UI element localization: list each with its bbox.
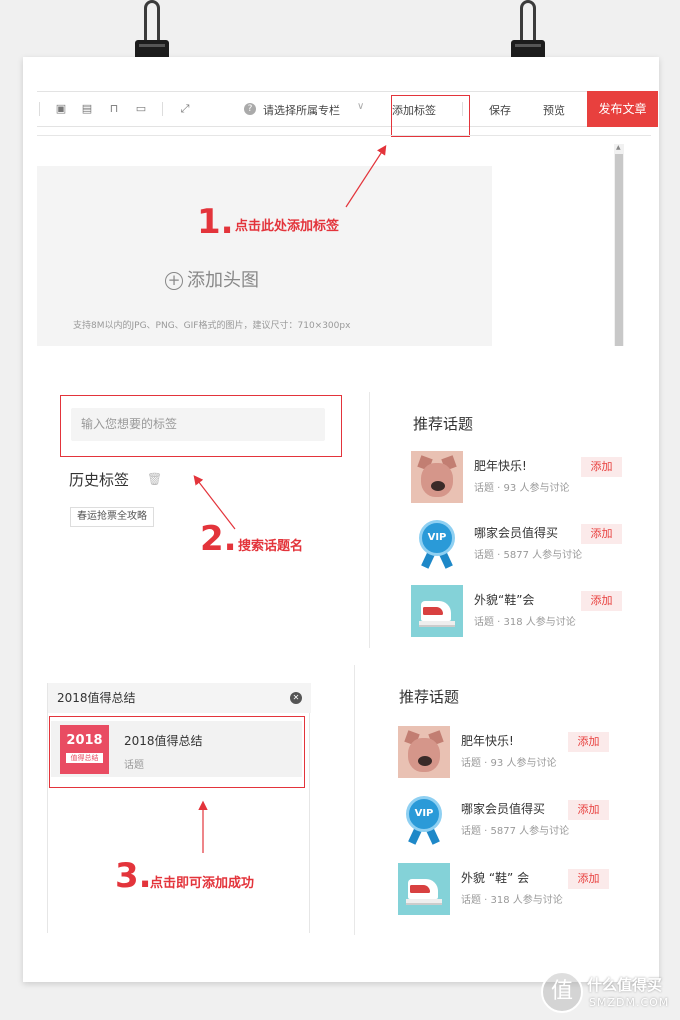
- add-topic-button[interactable]: 添加: [568, 732, 609, 752]
- topic-name: 外貌 “鞋” 会: [461, 871, 530, 885]
- trash-icon[interactable]: 🗑: [147, 472, 162, 486]
- topic-name: 肥年快乐!: [474, 459, 527, 473]
- topic-meta: 话题 · 5877 人参与讨论: [474, 550, 583, 561]
- add-topic-button[interactable]: 添加: [581, 524, 622, 544]
- topic-item: VIP 哪家会员值得买 话题 · 5877 人参与讨论 添加: [398, 794, 638, 846]
- smzdm-watermark: 值 什么值得买 SMZDM.COM: [541, 971, 677, 1015]
- topic-item: 肥年快乐! 话题 · 93 人参与讨论 添加: [411, 451, 651, 503]
- history-tags-title: 历史标签: [69, 471, 130, 489]
- topic-item: 外貌 “鞋” 会 话题 · 318 人参与讨论 添加: [398, 863, 638, 915]
- topic-item: 外貌“鞋”会 话题 · 318 人参与讨论 添加: [411, 585, 651, 637]
- step-3-number: 3.: [115, 856, 152, 896]
- vip-badge-icon: VIP: [398, 794, 450, 846]
- smzdm-logo-icon: 值: [541, 971, 583, 1013]
- topic-meta: 话题 · 318 人参与讨论: [474, 617, 576, 628]
- topic-name: 哪家会员值得买: [461, 802, 546, 816]
- vip-badge-icon: VIP: [411, 518, 463, 570]
- sneaker-image: [411, 585, 463, 637]
- add-topic-button[interactable]: 添加: [581, 591, 622, 611]
- clear-icon[interactable]: ✕: [290, 692, 302, 704]
- step-2-text: 搜索话题名: [238, 539, 304, 554]
- sneaker-image: [398, 863, 450, 915]
- recommended-title: 推荐话题: [413, 415, 474, 433]
- topic-meta: 话题 · 318 人参与讨论: [461, 895, 563, 906]
- topic-item: 肥年快乐! 话题 · 93 人参与讨论 添加: [398, 726, 638, 778]
- history-tag-item[interactable]: 春运抢票全攻略: [70, 507, 154, 527]
- add-topic-button[interactable]: 添加: [581, 457, 622, 477]
- pig-image: [411, 451, 463, 503]
- search-query-text: 2018值得总结: [57, 691, 136, 705]
- topic-name: 外貌“鞋”会: [474, 593, 535, 607]
- arrow-step-1: [345, 144, 387, 208]
- search-query-field[interactable]: 2018值得总结 ✕: [48, 683, 311, 713]
- divider: [354, 665, 355, 935]
- search-result-highlight: [49, 716, 305, 788]
- step-2-number: 2.: [200, 519, 237, 559]
- watermark-title: 什么值得买: [587, 976, 663, 994]
- divider: [369, 392, 370, 648]
- topic-meta: 话题 · 5877 人参与讨论: [461, 826, 570, 837]
- topic-meta: 话题 · 93 人参与讨论: [461, 758, 557, 769]
- step-1-number: 1.: [197, 202, 234, 242]
- recommended-title: 推荐话题: [399, 688, 460, 706]
- tag-search-input[interactable]: 输入您想要的标签: [71, 408, 325, 441]
- add-topic-button[interactable]: 添加: [568, 869, 609, 889]
- pig-image: [398, 726, 450, 778]
- step-3-text: 点击即可添加成功: [150, 876, 255, 891]
- step-1-text: 点击此处添加标签: [235, 219, 340, 234]
- topic-name: 哪家会员值得买: [474, 526, 559, 540]
- topic-name: 肥年快乐!: [461, 734, 514, 748]
- topic-meta: 话题 · 93 人参与讨论: [474, 483, 570, 494]
- topic-item: VIP 哪家会员值得买 话题 · 5877 人参与讨论 添加: [411, 518, 651, 570]
- watermark-sub: SMZDM.COM: [589, 996, 670, 1009]
- paper-sheet: ▣ ▤ ⊓ ▭ ⤢ ? 请选择所属专栏 ∨ 添加标签 保存 预览 发布文章 + 添…: [23, 57, 659, 982]
- add-topic-button[interactable]: 添加: [568, 800, 609, 820]
